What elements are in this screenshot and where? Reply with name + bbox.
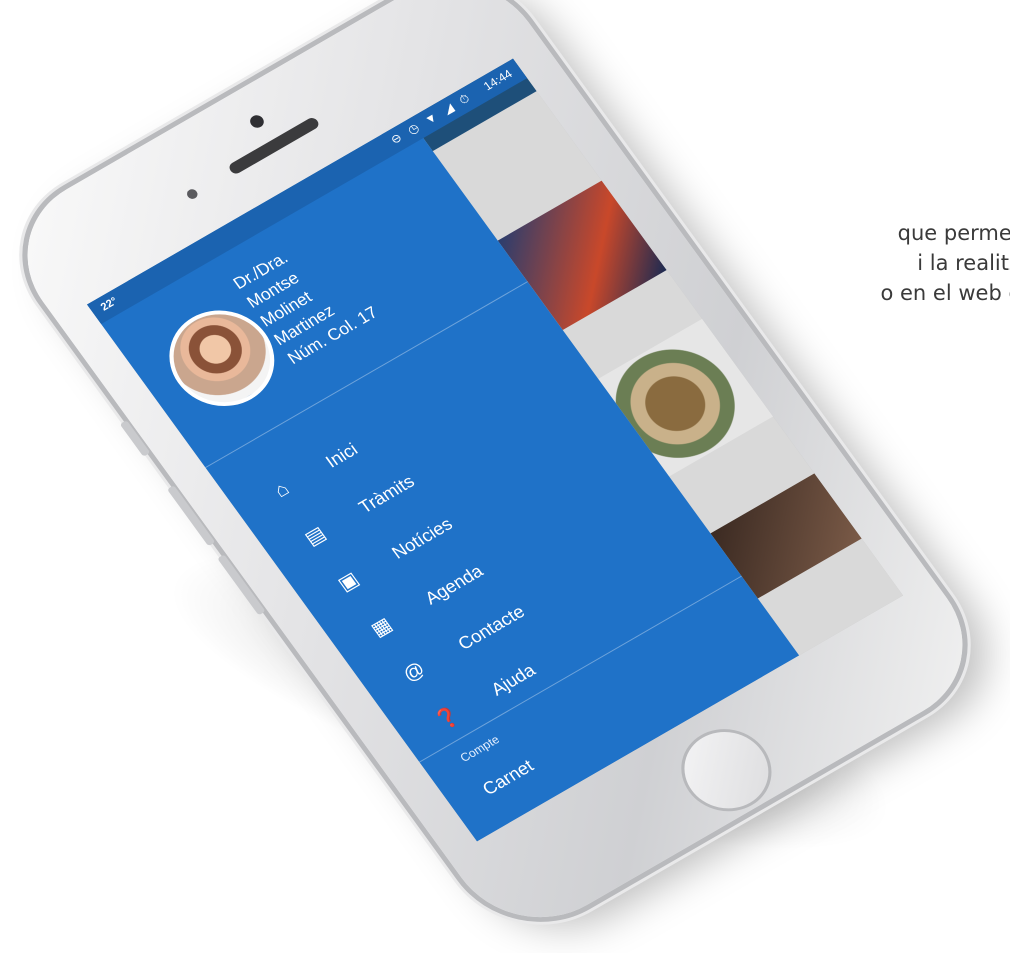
mute-switch — [119, 420, 151, 457]
caption-line-3: o en el web c — [880, 281, 1010, 305]
caption-text: que permet i la realitz o en el web c — [720, 218, 1010, 308]
at-sign-icon: @ — [398, 657, 430, 686]
home-icon: ⌂ — [269, 477, 294, 502]
menu-item-label: Inici — [321, 438, 362, 472]
menu-item-label: Ajuda — [487, 659, 539, 699]
help-icon: ❓ — [430, 702, 465, 734]
newspaper-icon: ▣ — [333, 567, 364, 596]
proximity-sensor — [184, 187, 200, 201]
clipboard-icon: ▤ — [300, 522, 330, 550]
front-camera — [247, 112, 267, 131]
menu-item-label: Tràmits — [354, 470, 418, 517]
caption-line-1: que permet — [897, 221, 1010, 245]
calendar-icon: ▦ — [366, 613, 397, 641]
caption-line-2: i la realitz — [917, 251, 1010, 275]
menu-item-label: Agenda — [420, 560, 487, 608]
status-left-text: 22° — [98, 295, 121, 314]
earpiece-speaker — [227, 115, 321, 176]
phone-screen: Dr./Dra. Montse Molinet Martinez Núm. Co… — [86, 58, 904, 842]
